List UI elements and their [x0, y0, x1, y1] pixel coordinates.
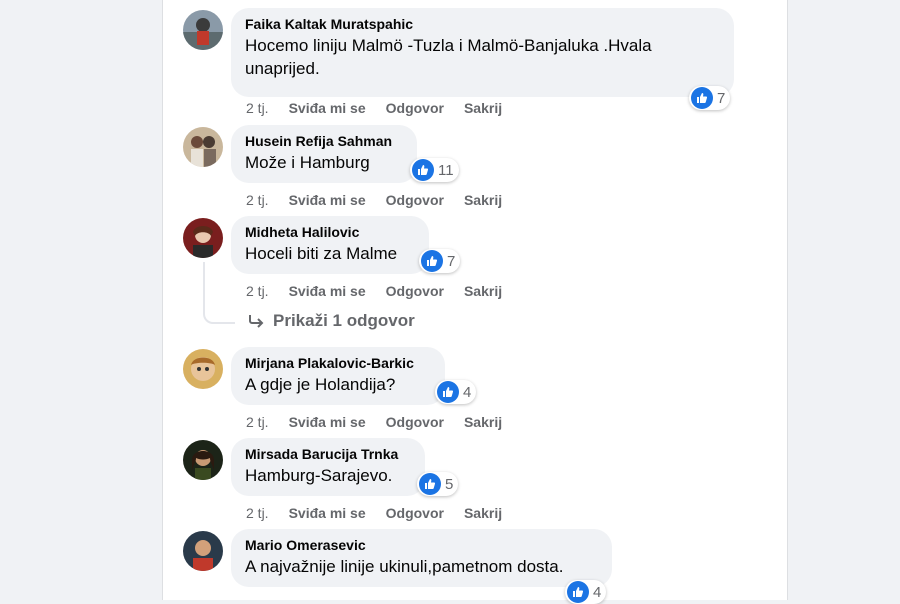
comment-text: A gdje je Holandija?	[245, 375, 396, 394]
hide-button[interactable]: Sakrij	[464, 505, 502, 521]
reaction-count[interactable]: 5	[417, 472, 459, 496]
comment-author[interactable]: Mirsada Barucija Trnka	[245, 446, 411, 463]
hide-button[interactable]: Sakrij	[464, 283, 502, 299]
comments-panel: Faika Kaltak Muratspahic Hocemo liniju M…	[162, 0, 788, 604]
comment-bubble: Faika Kaltak Muratspahic Hocemo liniju M…	[231, 8, 734, 97]
timestamp[interactable]: 2 tj.	[246, 505, 269, 521]
comment-bubble: Mario Omerasevic A najvažnije linije uki…	[231, 529, 612, 587]
comment-bubble: Mirjana Plakalovic-Barkic A gdje je Hola…	[231, 347, 445, 405]
reaction-number: 11	[438, 161, 454, 179]
avatar[interactable]	[183, 349, 223, 389]
comment-author[interactable]: Mario Omerasevic	[245, 537, 598, 554]
comment-author[interactable]: Mirjana Plakalovic-Barkic	[245, 355, 431, 372]
comment-actions: 2 tj. Sviđa mi se Odgovor Sakrij	[246, 192, 502, 208]
thumbs-up-icon	[421, 250, 443, 272]
reaction-number: 4	[593, 583, 602, 601]
timestamp[interactable]: 2 tj.	[246, 100, 269, 116]
hide-button[interactable]: Sakrij	[464, 192, 502, 208]
like-button[interactable]: Sviđa mi se	[289, 192, 366, 208]
reaction-count[interactable]: 7	[689, 86, 731, 110]
comment-text: A najvažnije linije ukinuli,pametnom dos…	[245, 557, 564, 576]
reaction-count[interactable]: 4	[435, 380, 477, 404]
like-button[interactable]: Sviđa mi se	[289, 414, 366, 430]
avatar[interactable]	[183, 10, 223, 50]
reaction-count[interactable]: 4	[565, 580, 607, 604]
comment-actions: 2 tj. Sviđa mi se Odgovor Sakrij	[246, 505, 502, 521]
avatar[interactable]	[183, 440, 223, 480]
hide-button[interactable]: Sakrij	[464, 100, 502, 116]
comment-author[interactable]: Midheta Halilovic	[245, 224, 415, 241]
hide-button[interactable]: Sakrij	[464, 414, 502, 430]
comment-author[interactable]: Husein Refija Sahman	[245, 133, 403, 150]
thumbs-up-icon	[419, 473, 441, 495]
reply-button[interactable]: Odgovor	[386, 283, 444, 299]
avatar[interactable]	[183, 218, 223, 258]
reply-button[interactable]: Odgovor	[386, 192, 444, 208]
comment-text: Može i Hamburg	[245, 153, 370, 172]
avatar[interactable]	[183, 531, 223, 571]
reply-button[interactable]: Odgovor	[386, 414, 444, 430]
comment-bubble: Midheta Halilovic Hoceli biti za Malme	[231, 216, 429, 274]
timestamp[interactable]: 2 tj.	[246, 414, 269, 430]
reply-arrow-icon	[249, 315, 264, 328]
show-replies-label: Prikaži 1 odgovor	[273, 311, 415, 330]
comment-bubble: Husein Refija Sahman Može i Hamburg	[231, 125, 417, 183]
comment-actions: 2 tj. Sviđa mi se Odgovor Sakrij	[246, 414, 502, 430]
comment-text: Hamburg-Sarajevo.	[245, 466, 393, 485]
thumbs-up-icon	[437, 381, 459, 403]
thumbs-up-icon	[691, 87, 713, 109]
show-replies-link[interactable]: Prikaži 1 odgovor	[247, 311, 415, 331]
timestamp[interactable]: 2 tj.	[246, 283, 269, 299]
reaction-count[interactable]: 7	[419, 249, 461, 273]
like-button[interactable]: Sviđa mi se	[289, 505, 366, 521]
thumbs-up-icon	[412, 159, 434, 181]
thread-connector	[203, 262, 235, 324]
comment-actions: 2 tj. Sviđa mi se Odgovor Sakrij	[246, 100, 502, 116]
timestamp[interactable]: 2 tj.	[246, 192, 269, 208]
comment-text: unaprijed.	[245, 59, 320, 78]
comment-text: Hocemo liniju Malmö -Tuzla i Malmö-Banja…	[245, 36, 652, 55]
comment-actions: 2 tj. Sviđa mi se Odgovor Sakrij	[246, 283, 502, 299]
avatar[interactable]	[183, 127, 223, 167]
reaction-number: 5	[445, 475, 454, 493]
comment-bubble: Mirsada Barucija Trnka Hamburg-Sarajevo.	[231, 438, 425, 496]
reaction-count[interactable]: 11	[410, 158, 459, 182]
like-button[interactable]: Sviđa mi se	[289, 283, 366, 299]
reply-button[interactable]: Odgovor	[386, 100, 444, 116]
reaction-number: 7	[717, 89, 726, 107]
comment-author[interactable]: Faika Kaltak Muratspahic	[245, 16, 720, 33]
reply-button[interactable]: Odgovor	[386, 505, 444, 521]
like-button[interactable]: Sviđa mi se	[289, 100, 366, 116]
reaction-number: 7	[447, 252, 456, 270]
reaction-number: 4	[463, 383, 472, 401]
comment-text: Hoceli biti za Malme	[245, 244, 398, 263]
